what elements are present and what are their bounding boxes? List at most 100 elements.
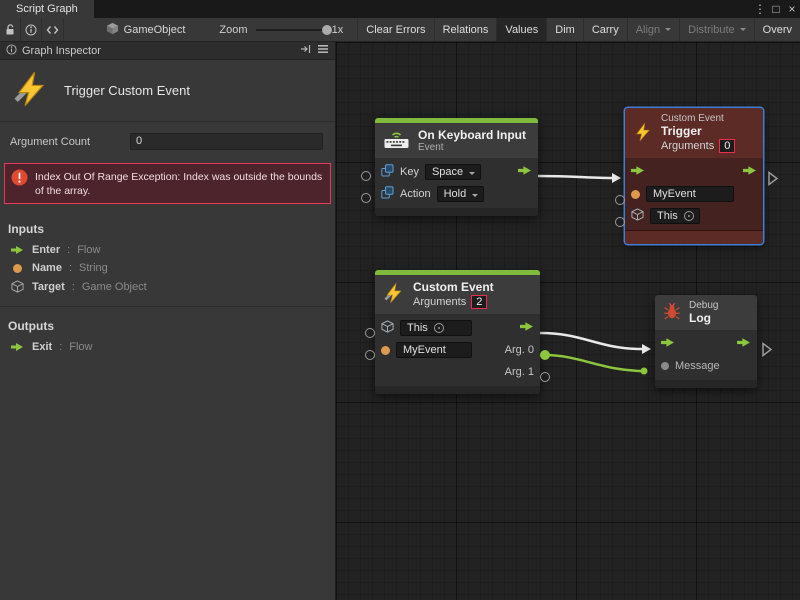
graph-inspector-panel: Graph Inspector Trigger Custom Event: [0, 42, 336, 600]
node-title: Custom Event: [413, 280, 494, 294]
graph-canvas[interactable]: On Keyboard Input Event Key Space: [336, 42, 800, 600]
port-arg0-output[interactable]: [540, 350, 550, 360]
event-name-input[interactable]: MyEvent: [396, 342, 472, 358]
node-body: This MyEvent Arg. 0 Arg. 1: [375, 314, 540, 386]
argument-count-input[interactable]: 0: [130, 133, 323, 150]
arguments-count-field[interactable]: 0: [719, 139, 735, 153]
dock-icon[interactable]: [300, 43, 312, 58]
message-label: Message: [675, 360, 720, 372]
event-name-row: MyEvent Arg. 0: [375, 339, 540, 361]
pin-row-target: Target : Game Object: [0, 277, 335, 296]
object-picker-icon[interactable]: [684, 211, 694, 221]
port-trigger-name-input[interactable]: [615, 195, 625, 205]
carry-button[interactable]: Carry: [583, 18, 627, 42]
node-trigger-custom-event[interactable]: Custom Event Trigger Arguments 0: [625, 108, 763, 244]
gameobject-label: GameObject: [124, 24, 186, 36]
carry-indicator: [767, 171, 779, 189]
lightning-bolt-icon: [383, 282, 405, 307]
flow-in-port[interactable]: [661, 337, 675, 351]
close-icon[interactable]: ×: [784, 0, 800, 18]
string-dot-icon: [631, 190, 640, 199]
string-dot-icon: [381, 346, 390, 355]
arguments-count-field[interactable]: 2: [471, 295, 487, 309]
graph-toolbar: GameObject Zoom 1x Clear Errors Relation…: [0, 18, 800, 42]
dim-button[interactable]: Dim: [546, 18, 583, 42]
target-row: This: [625, 205, 763, 227]
port-event-target-input[interactable]: [365, 328, 375, 338]
node-footer: [375, 386, 540, 394]
arg1-row: Arg. 1: [375, 361, 540, 383]
node-custom-event[interactable]: Custom Event Arguments 2 This: [375, 270, 540, 394]
maximize-icon[interactable]: □: [768, 0, 784, 18]
wire-keyboard-to-trigger[interactable]: [538, 173, 621, 183]
flow-arrow-icon: [10, 342, 25, 352]
outputs-section: Outputs Exit : Flow: [0, 306, 335, 356]
target-value: This: [657, 210, 678, 222]
arg0-label: Arg. 0: [505, 344, 534, 356]
error-banner: Index Out Of Range Exception: Index was …: [4, 163, 331, 204]
overview-button[interactable]: Overv: [754, 18, 800, 42]
inspector-header-title: Graph Inspector: [22, 45, 101, 57]
target-field[interactable]: This: [400, 320, 472, 336]
action-label: Action: [400, 188, 431, 200]
port-arg1-output[interactable]: [540, 372, 550, 382]
argument-count-label: Argument Count: [10, 136, 122, 148]
tab-script-graph[interactable]: Script Graph: [0, 0, 94, 18]
key-icon: [381, 186, 394, 202]
port-action-input[interactable]: [361, 193, 371, 203]
target-field[interactable]: This: [650, 208, 700, 224]
flow-out-port[interactable]: [520, 321, 534, 335]
action-dropdown[interactable]: Hold: [437, 186, 485, 202]
zoom-slider[interactable]: [256, 18, 328, 42]
message-row: Message: [655, 355, 757, 377]
relations-button[interactable]: Relations: [434, 18, 497, 42]
lightning-bolt-icon: [12, 70, 50, 111]
unit-title: Trigger Custom Event: [64, 83, 190, 98]
action-row: Action Hold: [375, 183, 538, 205]
event-name-row: MyEvent: [625, 183, 763, 205]
port-key-input[interactable]: [361, 171, 371, 181]
flow-arrow-icon: [10, 245, 25, 255]
node-title: Trigger: [661, 124, 735, 138]
key-dropdown[interactable]: Space: [425, 164, 481, 180]
align-button[interactable]: Align: [627, 18, 679, 42]
panel-menu-icon[interactable]: [317, 43, 329, 58]
key-row: Key Space: [375, 161, 538, 183]
wire-arg0-to-message[interactable]: [542, 352, 648, 375]
node-header: Debug Log: [655, 295, 757, 330]
node-subtitle: Event: [418, 142, 526, 153]
event-name-input[interactable]: MyEvent: [646, 186, 734, 202]
node-kind: Custom Event: [661, 113, 735, 124]
info-icon[interactable]: [21, 18, 42, 42]
values-button[interactable]: Values: [496, 18, 546, 42]
port-trigger-target-input[interactable]: [615, 217, 625, 227]
port-event-name-input[interactable]: [365, 350, 375, 360]
tab-label: Script Graph: [16, 3, 78, 15]
zoom-slider-thumb[interactable]: [322, 25, 332, 35]
node-debug-log[interactable]: Debug Log Message: [655, 295, 757, 388]
node-on-keyboard-input[interactable]: On Keyboard Input Event Key Space: [375, 118, 538, 216]
node-footer: [655, 380, 757, 388]
node-footer: [375, 208, 538, 216]
unity-cube-icon: [106, 22, 119, 38]
node-title: On Keyboard Input: [418, 128, 526, 142]
code-icon[interactable]: [42, 18, 63, 42]
tab-bar: Script Graph ⋮ □ ×: [0, 0, 800, 18]
object-picker-icon[interactable]: [434, 323, 444, 333]
flow-out-port[interactable]: [737, 337, 751, 351]
distribute-button[interactable]: Distribute: [679, 18, 753, 42]
node-body: Message: [655, 330, 757, 380]
wire-arguments-to-log[interactable]: [540, 333, 651, 354]
flow-out-port[interactable]: [518, 165, 532, 179]
lock-icon[interactable]: [0, 18, 21, 42]
node-body: Key Space Action Hold: [375, 158, 538, 208]
flow-in-port[interactable]: [631, 165, 645, 179]
gameobject-selector[interactable]: GameObject: [106, 22, 186, 38]
flow-out-port[interactable]: [743, 165, 757, 179]
kebab-menu-icon[interactable]: ⋮: [752, 0, 768, 18]
node-kind: Debug: [689, 300, 718, 311]
string-dot-icon: [13, 264, 22, 273]
clear-errors-button[interactable]: Clear Errors: [357, 18, 433, 42]
target-value: This: [407, 322, 428, 334]
pin-row-name: Name : String: [0, 259, 335, 277]
